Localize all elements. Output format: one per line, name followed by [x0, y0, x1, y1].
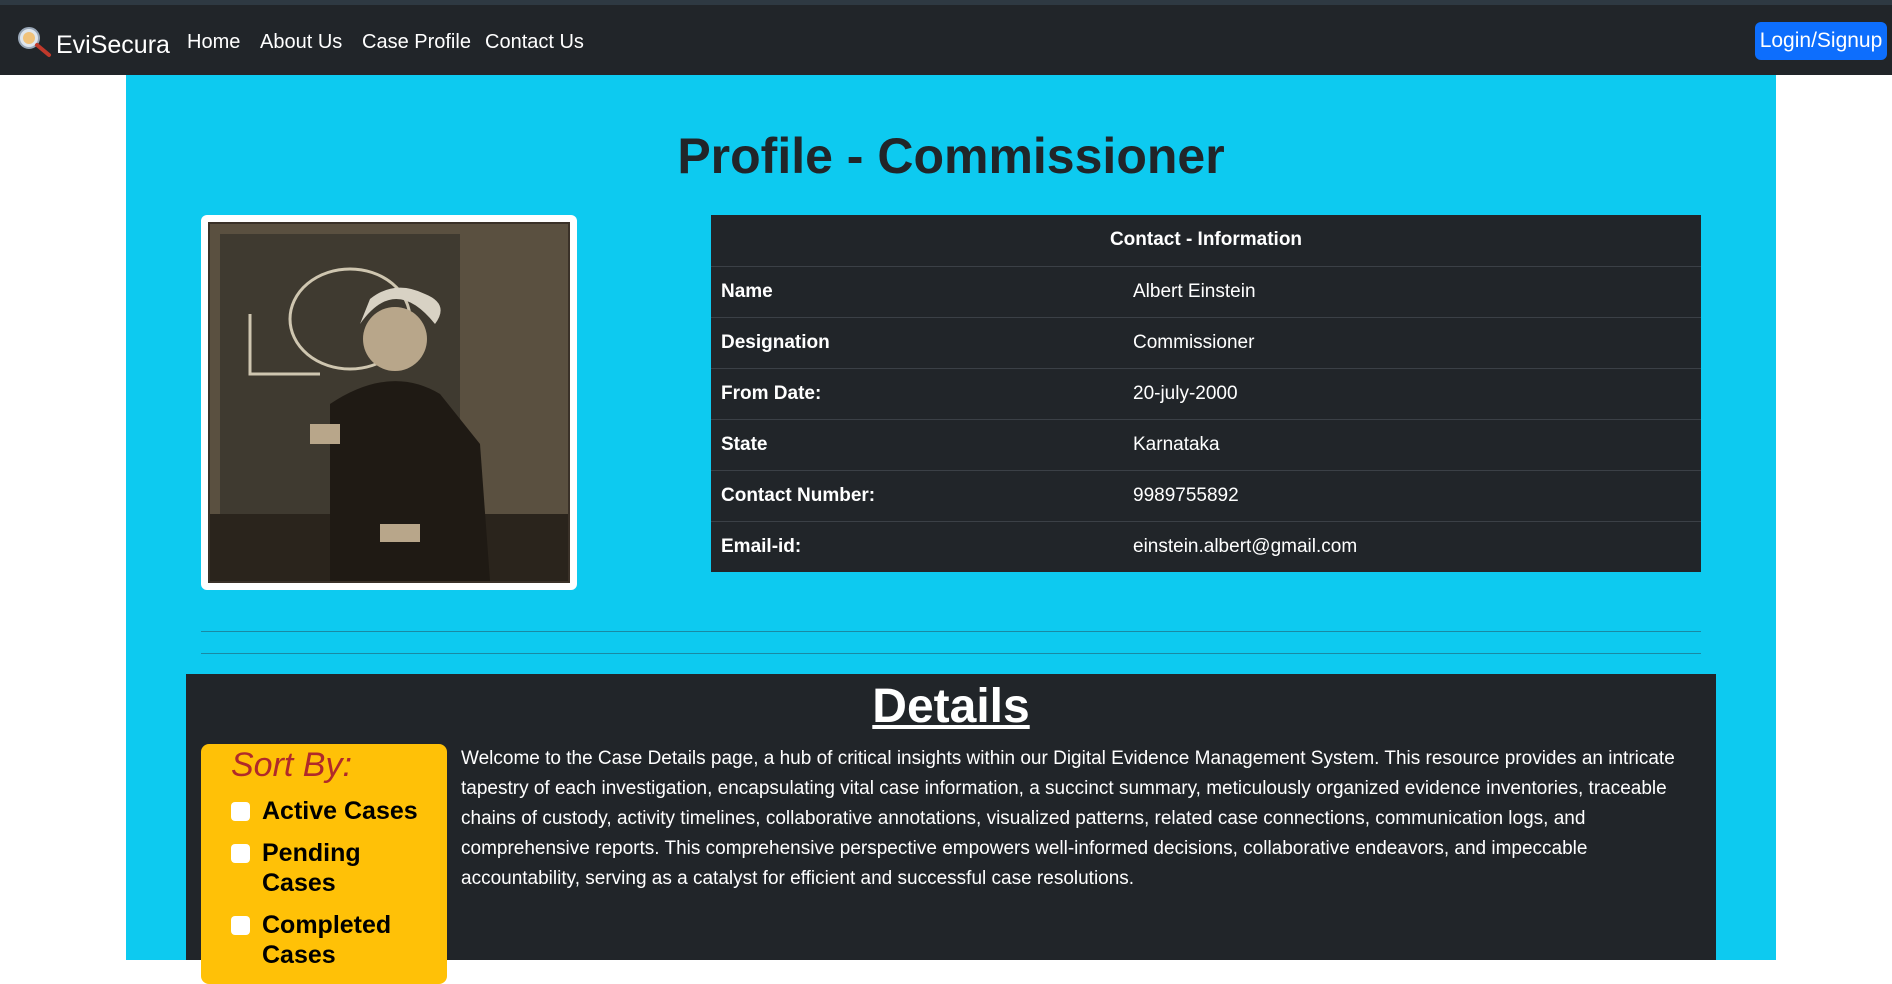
checkbox[interactable]	[231, 916, 250, 935]
details-section: Details Sort By: Active Cases Pending Ca…	[186, 674, 1716, 984]
navbar: EviSecura Home About Us Case Profile Con…	[0, 5, 1892, 75]
login-signup-button[interactable]: Login/Signup	[1755, 22, 1887, 60]
row-key: From Date:	[711, 368, 1123, 420]
sort-option-completed-cases[interactable]: Completed Cases	[231, 910, 431, 970]
row-value: 9989755892	[1123, 470, 1701, 522]
sort-title: Sort By:	[231, 746, 352, 784]
sort-option-label: Completed Cases	[262, 911, 392, 969]
row-value: 20-july-2000	[1123, 368, 1701, 420]
table-row: State Karnataka	[711, 419, 1701, 471]
row-key: Contact Number:	[711, 470, 1123, 522]
table-row: Email-id: einstein.albert@gmail.com	[711, 521, 1701, 572]
table-row: From Date: 20-july-2000	[711, 368, 1701, 420]
nav-case-profile[interactable]: Case Profile	[362, 31, 471, 54]
row-key: Email-id:	[721, 535, 802, 557]
row-key: State	[711, 419, 1123, 471]
magnifier-logo-icon	[16, 26, 56, 65]
checkbox[interactable]	[231, 802, 250, 821]
nav-contact-us[interactable]: Contact Us	[485, 31, 584, 54]
sort-option-label: Pending Cases	[262, 839, 361, 897]
row-value: Albert Einstein	[1123, 266, 1701, 318]
checkbox[interactable]	[231, 844, 250, 863]
table-row: Contact Number: 9989755892	[711, 470, 1701, 522]
row-key: Designation	[711, 317, 1123, 369]
divider	[201, 653, 1701, 654]
divider	[201, 631, 1701, 632]
table-header: Contact - Information	[711, 215, 1701, 267]
row-value: Commissioner	[1123, 317, 1701, 369]
details-title: Details	[872, 680, 1030, 733]
nav-home[interactable]: Home	[187, 31, 240, 54]
profile-photo-frame	[201, 215, 577, 590]
table-row: Designation Commissioner	[711, 317, 1701, 369]
row-value: einstein.albert@gmail.com	[1133, 535, 1358, 557]
contact-information-table: Contact - Information Name Albert Einste…	[711, 215, 1701, 572]
nav-about-us[interactable]: About Us	[260, 31, 342, 54]
table-row: Name Albert Einstein	[711, 266, 1701, 318]
sort-option-pending-cases[interactable]: Pending Cases	[231, 838, 431, 898]
sort-panel: Sort By: Active Cases Pending Cases Comp…	[201, 744, 447, 984]
brand-name: EviSecura	[56, 30, 170, 59]
sort-option-label: Active Cases	[262, 797, 418, 825]
profile-section: Profile - Commissioner Contact - Informa…	[126, 75, 1776, 984]
sort-option-active-cases[interactable]: Active Cases	[231, 796, 431, 826]
row-value: Karnataka	[1123, 419, 1701, 471]
page-title: Profile - Commissioner	[677, 128, 1225, 184]
row-key: Name	[711, 266, 1123, 318]
brand-link[interactable]: EviSecura	[16, 25, 170, 65]
profile-photo	[208, 222, 570, 583]
details-description: Welcome to the Case Details page, a hub …	[461, 748, 1675, 889]
